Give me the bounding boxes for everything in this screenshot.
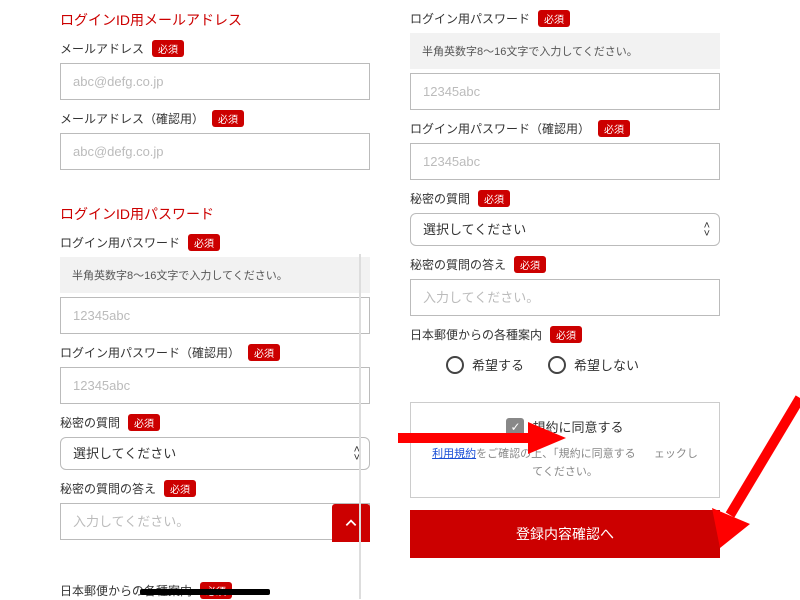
- required-badge: 必須: [598, 120, 630, 137]
- required-badge: 必須: [152, 40, 184, 57]
- agree-checkbox[interactable]: ✓: [506, 418, 524, 436]
- required-badge: 必須: [538, 10, 570, 27]
- password-input[interactable]: [410, 73, 720, 110]
- password-note: 半角英数字8〜16文字で入力してください。: [60, 257, 370, 293]
- required-badge: 必須: [128, 414, 160, 431]
- right-column: ログイン用パスワード 必須 半角英数字8〜16文字で入力してください。 ログイン…: [410, 10, 720, 558]
- secret-question-label: 秘密の質問: [410, 190, 470, 207]
- password-confirm-label: ログイン用パスワード（確認用）: [60, 344, 240, 361]
- required-badge: 必須: [550, 326, 582, 343]
- password-input[interactable]: [60, 297, 370, 334]
- radio-icon: [446, 356, 464, 374]
- submit-button[interactable]: 登録内容確認へ: [410, 510, 720, 558]
- terms-link[interactable]: 利用規約: [432, 448, 476, 460]
- guide-radio-group: 希望する 希望しない: [410, 349, 720, 384]
- password-label: ログイン用パスワード: [60, 234, 180, 251]
- secret-question-select[interactable]: 選択してください: [410, 213, 720, 246]
- section-title-email: ログインID用メールアドレス: [60, 10, 370, 30]
- agree-note: 利用規約をご確認の上、「規約に同意する ェックしてください。: [427, 446, 703, 481]
- secret-answer-input[interactable]: [60, 503, 370, 540]
- redaction-bar: [140, 589, 270, 595]
- radio-no[interactable]: 希望しない: [548, 355, 639, 374]
- password-confirm-input[interactable]: [410, 143, 720, 180]
- radio-no-label: 希望しない: [574, 355, 639, 374]
- required-badge: 必須: [478, 190, 510, 207]
- required-badge: 必須: [188, 234, 220, 251]
- chevron-up-icon: [344, 516, 358, 530]
- secret-question-select[interactable]: 選択してください: [60, 437, 370, 470]
- left-column: ログインID用メールアドレス メールアドレス 必須 メールアドレス（確認用） 必…: [60, 10, 370, 558]
- password-label: ログイン用パスワード: [410, 10, 530, 27]
- email-input[interactable]: [60, 63, 370, 100]
- secret-answer-label: 秘密の質問の答え: [410, 256, 506, 273]
- password-confirm-label: ログイン用パスワード（確認用）: [410, 120, 590, 137]
- scrollbar-track[interactable]: [359, 254, 361, 599]
- required-badge: 必須: [212, 110, 244, 127]
- password-note: 半角英数字8〜16文字で入力してください。: [410, 33, 720, 69]
- required-badge: 必須: [248, 344, 280, 361]
- section-title-password: ログインID用パスワード: [60, 204, 370, 224]
- radio-icon: [548, 356, 566, 374]
- agree-box: ✓ 規約に同意する 利用規約をご確認の上、「規約に同意する ェックしてください。: [410, 402, 720, 498]
- email-confirm-label: メールアドレス（確認用）: [60, 110, 204, 127]
- scroll-top-button[interactable]: [332, 504, 370, 542]
- secret-answer-label: 秘密の質問の答え: [60, 480, 156, 497]
- password-confirm-input[interactable]: [60, 367, 370, 404]
- required-badge: 必須: [164, 480, 196, 497]
- agree-label: 規約に同意する: [532, 417, 623, 436]
- guide-label: 日本郵便からの各種案内: [410, 326, 542, 343]
- secret-answer-input[interactable]: [410, 279, 720, 316]
- email-confirm-input[interactable]: [60, 133, 370, 170]
- radio-yes-label: 希望する: [472, 355, 524, 374]
- secret-question-label: 秘密の質問: [60, 414, 120, 431]
- radio-yes[interactable]: 希望する: [446, 355, 524, 374]
- required-badge: 必須: [514, 256, 546, 273]
- email-label: メールアドレス: [60, 40, 144, 57]
